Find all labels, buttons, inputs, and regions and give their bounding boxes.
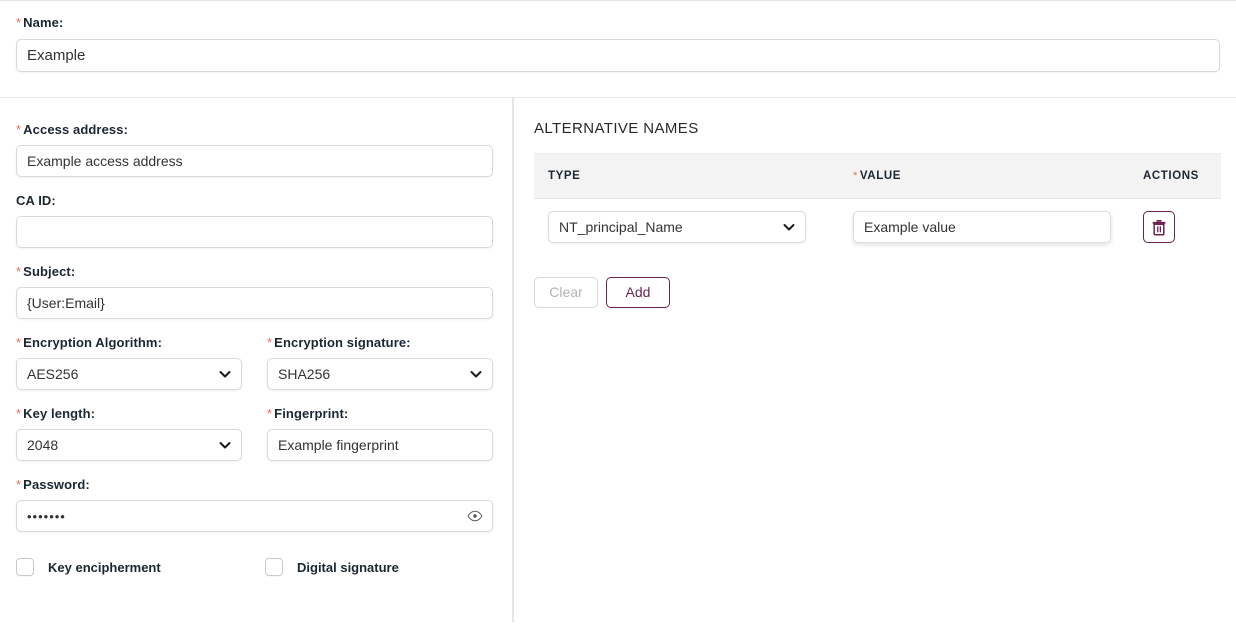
delete-row-button[interactable] xyxy=(1143,211,1175,243)
column-header-value: * VALUE xyxy=(839,153,1129,199)
encryption-algorithm-select[interactable] xyxy=(16,358,242,390)
key-length-group: * Key length: xyxy=(16,406,242,461)
alt-name-value-input[interactable] xyxy=(853,211,1111,243)
access-address-group: * Access address: xyxy=(16,122,496,177)
encryption-algorithm-select-wrap xyxy=(16,358,242,390)
cell-type xyxy=(534,198,839,255)
eye-icon[interactable] xyxy=(467,508,483,524)
encryption-algorithm-label: * Encryption Algorithm: xyxy=(16,335,163,350)
password-label: * Password: xyxy=(16,477,90,492)
column-header-type: TYPE xyxy=(534,153,839,199)
key-encipherment-checkbox[interactable] xyxy=(16,558,34,576)
digital-signature-checkbox-item[interactable]: Digital signature xyxy=(265,558,399,576)
name-row: * Name: xyxy=(0,1,1236,98)
column-header-actions: ACTIONS xyxy=(1129,153,1221,199)
encryption-algorithm-group: * Encryption Algorithm: xyxy=(16,335,242,390)
table-header-row: TYPE * VALUE ACTIONS xyxy=(534,153,1221,199)
password-input[interactable] xyxy=(16,500,493,532)
key-length-select[interactable] xyxy=(16,429,242,461)
required-asterisk: * xyxy=(16,264,22,279)
key-row: *Key length: *Fingerprint: xyxy=(16,406,496,461)
table-action-buttons: Clear Add xyxy=(534,277,1220,308)
cell-actions xyxy=(1129,198,1221,255)
password-input-wrap xyxy=(16,500,493,532)
required-asterisk: * xyxy=(16,477,22,492)
fingerprint-group: * Fingerprint: xyxy=(267,406,493,461)
required-asterisk: * xyxy=(853,170,858,182)
ca-id-input[interactable] xyxy=(16,216,493,248)
encryption-row: *Encryption Algorithm: *Encryption signa… xyxy=(16,335,496,390)
table-row xyxy=(534,198,1221,255)
encryption-signature-label: * Encryption signature: xyxy=(267,335,411,350)
add-button[interactable]: Add xyxy=(606,277,670,308)
digital-signature-label: Digital signature xyxy=(297,559,399,575)
clear-button[interactable]: Clear xyxy=(534,277,598,308)
fingerprint-label: * Fingerprint: xyxy=(267,406,349,421)
subject-group: * Subject: xyxy=(16,264,496,319)
encryption-signature-select[interactable] xyxy=(267,358,493,390)
key-length-select-wrap xyxy=(16,429,242,461)
encryption-signature-select-wrap xyxy=(267,358,493,390)
alt-name-type-select-wrap xyxy=(548,211,806,243)
table-body xyxy=(534,198,1221,255)
required-asterisk: * xyxy=(16,335,22,350)
trash-icon xyxy=(1151,219,1167,236)
access-address-input[interactable] xyxy=(16,145,493,177)
left-form-column: *Access address: CA ID: *Subject: *Encry… xyxy=(0,98,513,622)
access-address-label: * Access address: xyxy=(16,122,129,137)
required-asterisk: * xyxy=(267,406,273,421)
digital-signature-checkbox[interactable] xyxy=(265,558,283,576)
key-encipherment-label: Key encipherment xyxy=(48,559,161,575)
encryption-signature-group: * Encryption signature: xyxy=(267,335,493,390)
alternative-names-title: ALTERNATIVE NAMES xyxy=(534,120,699,137)
fingerprint-input[interactable] xyxy=(267,429,493,461)
alt-name-type-select[interactable] xyxy=(548,211,806,243)
required-asterisk: * xyxy=(16,406,22,421)
required-asterisk: * xyxy=(267,335,273,350)
alternative-names-panel: ALTERNATIVE NAMES TYPE * VALUE ACTIONS N… xyxy=(514,98,1236,643)
certificate-form-page: *Name: *Access address: CA ID: *Subject:… xyxy=(0,0,1236,643)
ca-id-group: CA ID: xyxy=(16,193,496,248)
alternative-names-table: TYPE * VALUE ACTIONS xyxy=(534,153,1221,255)
ca-id-label: CA ID: xyxy=(16,193,56,208)
password-group: * Password: xyxy=(16,477,496,532)
name-input[interactable] xyxy=(16,39,1220,72)
subject-input[interactable] xyxy=(16,287,493,319)
name-label: * Name: xyxy=(16,15,64,30)
cell-value xyxy=(839,198,1129,255)
key-encipherment-checkbox-item[interactable]: Key encipherment xyxy=(16,558,265,576)
key-length-label: * Key length: xyxy=(16,406,96,421)
subject-label: * Subject: xyxy=(16,264,76,279)
usage-checkbox-row: Key encipherment Digital signature xyxy=(16,558,496,576)
required-asterisk: * xyxy=(16,122,22,137)
required-asterisk: * xyxy=(16,15,22,30)
table-header: TYPE * VALUE ACTIONS xyxy=(534,153,1221,199)
